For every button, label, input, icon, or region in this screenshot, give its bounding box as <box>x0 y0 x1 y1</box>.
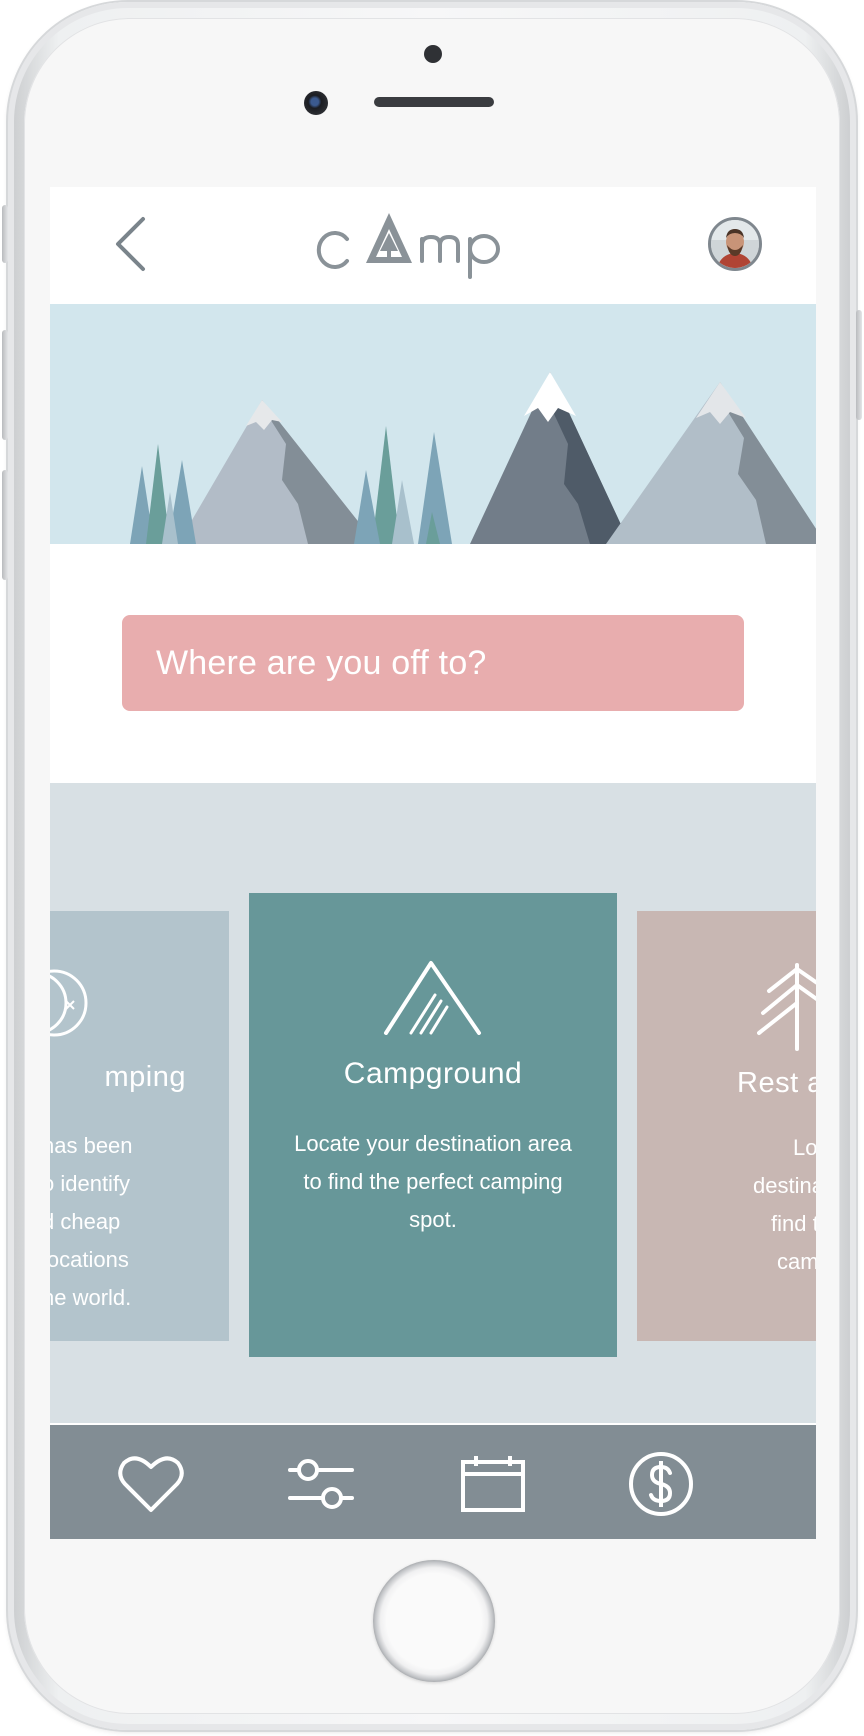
filters-tab[interactable] <box>286 1449 356 1519</box>
sliders-icon <box>288 1459 354 1509</box>
category-carousel[interactable]: mping has been o identify d cheap locati… <box>50 783 816 1423</box>
campground-card[interactable]: Campground Locate your destination area … <box>249 893 617 1357</box>
card-text-line: campin <box>777 1249 816 1274</box>
heart-icon <box>118 1456 184 1512</box>
favorites-tab[interactable] <box>116 1449 186 1519</box>
bottom-navigation <box>50 1425 816 1539</box>
back-button[interactable] <box>108 214 152 274</box>
hero-banner <box>50 304 816 544</box>
card-title: Rest a <box>737 1067 816 1099</box>
card-text-line: destinatio <box>753 1173 816 1198</box>
pricing-tab[interactable] <box>626 1449 696 1519</box>
avatar-photo <box>711 220 759 268</box>
mountains-illustration <box>130 372 816 544</box>
volume-down-button <box>2 470 8 580</box>
card-text-line: he world. <box>50 1285 132 1310</box>
card-text-line: locations <box>50 1247 129 1272</box>
category-card[interactable]: Rest a Locate destinatio find the campin <box>637 911 816 1341</box>
card-description: Locate your destination area to find the… <box>294 1131 572 1232</box>
calendar-icon <box>461 1456 525 1512</box>
proximity-sensor <box>424 45 442 63</box>
tent-icon <box>384 961 481 1035</box>
volume-up-button <box>2 330 8 440</box>
header <box>50 187 816 303</box>
chevron-left-icon <box>116 217 145 271</box>
search-placeholder: Where are you off to? <box>156 643 487 682</box>
card-text-line: o identify <box>50 1171 131 1196</box>
earpiece-speaker <box>374 97 494 107</box>
card-title: Campground <box>343 1057 523 1090</box>
calendar-tab[interactable] <box>458 1449 528 1519</box>
category-card[interactable]: mping has been o identify d cheap locati… <box>50 911 229 1341</box>
user-avatar[interactable] <box>708 217 762 271</box>
card-title: mping <box>104 1061 186 1093</box>
app-screen: Where are you off to? mping has been o i… <box>50 187 816 1539</box>
card-text-line: d cheap <box>50 1209 121 1234</box>
moon-icon <box>50 969 88 1037</box>
mute-switch <box>2 205 8 263</box>
card-description: Locate destinatio find the campin <box>709 1129 816 1281</box>
dollar-icon <box>629 1452 693 1516</box>
card-description: has been o identify d cheap locations he… <box>50 1127 229 1317</box>
card-text-line: find the <box>771 1211 816 1236</box>
camp-logo-icon <box>316 213 500 279</box>
destination-search-input[interactable]: Where are you off to? <box>122 615 744 711</box>
tree-icon <box>757 963 816 1051</box>
power-button <box>856 310 862 420</box>
card-text-line: has been <box>50 1133 133 1158</box>
card-text-line: Locate <box>793 1135 816 1160</box>
app-logo <box>310 203 580 283</box>
front-camera <box>304 91 328 115</box>
home-button[interactable] <box>373 1560 495 1682</box>
